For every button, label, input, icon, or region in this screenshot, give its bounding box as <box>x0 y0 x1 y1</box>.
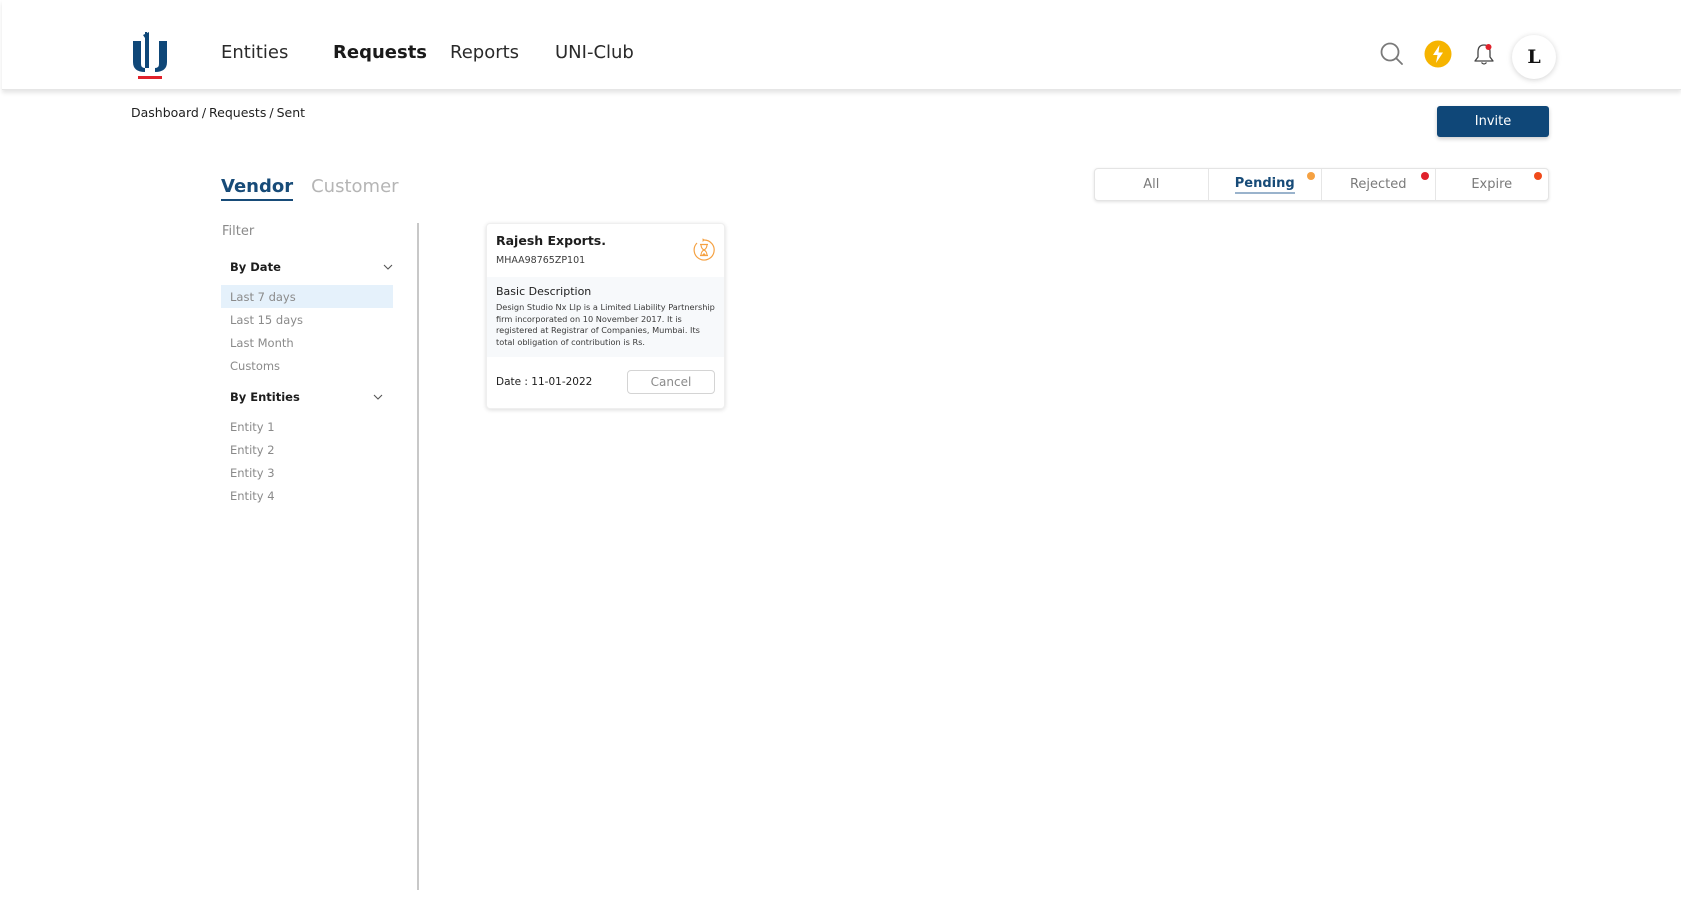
nav-requests[interactable]: Requests <box>333 42 427 63</box>
filter-item-last-month[interactable]: Last Month <box>221 331 393 354</box>
lightning-icon[interactable] <box>1424 40 1452 68</box>
request-company-name: Rajesh Exports. <box>496 233 606 248</box>
description-text: Design Studio Nx Llp is a Limited Liabil… <box>496 302 715 347</box>
status-tab-all[interactable]: All <box>1095 169 1209 200</box>
filter-group-label: By Entities <box>230 390 300 404</box>
chevron-down-icon <box>383 264 393 270</box>
pending-indicator-dot <box>1307 172 1315 180</box>
filter-group-by-date[interactable]: By Date <box>230 260 393 274</box>
cancel-request-button[interactable]: Cancel <box>627 370 715 394</box>
party-tabs: Vendor Customer <box>221 176 399 201</box>
request-card[interactable]: Rajesh Exports. MHAA98765ZP101 Basic Des… <box>486 223 725 409</box>
status-tab-label: Rejected <box>1349 177 1407 192</box>
sidebar-divider <box>417 223 419 890</box>
nav-reports[interactable]: Reports <box>450 42 519 63</box>
status-filter-tabs: All Pending Rejected Expire <box>1094 168 1549 201</box>
filter-item-entity-4[interactable]: Entity 4 <box>221 484 393 507</box>
request-date: Date : 11-01-2022 <box>496 376 593 388</box>
request-description-section: Basic Description Design Studio Nx Llp i… <box>487 277 724 357</box>
uni-logo-icon[interactable] <box>130 32 170 80</box>
hourglass-pending-icon <box>693 238 715 261</box>
tab-vendor[interactable]: Vendor <box>221 176 294 201</box>
filter-title: Filter <box>222 224 255 239</box>
breadcrumb-separator: / <box>269 105 274 120</box>
filter-item-entity-1[interactable]: Entity 1 <box>221 415 393 438</box>
status-tab-expire[interactable]: Expire <box>1436 169 1549 200</box>
breadcrumb-dashboard[interactable]: Dashboard <box>131 105 199 120</box>
rejected-indicator-dot <box>1420 172 1429 180</box>
status-tab-pending[interactable]: Pending <box>1209 169 1322 200</box>
status-tab-label: All <box>1143 177 1160 192</box>
chevron-down-icon <box>373 394 383 400</box>
bell-icon[interactable] <box>1470 40 1498 68</box>
top-navigation-bar: Entities Requests Reports UNI-Club L <box>2 0 1681 90</box>
filter-group-label: By Date <box>230 260 281 274</box>
request-company-id: MHAA98765ZP101 <box>496 255 586 266</box>
invite-button[interactable]: Invite <box>1437 106 1549 137</box>
status-tab-label: Pending <box>1234 176 1295 194</box>
filter-item-customs[interactable]: Customs <box>221 354 393 377</box>
search-icon[interactable] <box>1378 40 1406 68</box>
filter-item-last-7-days[interactable]: Last 7 days <box>221 285 393 308</box>
description-title: Basic Description <box>496 285 592 298</box>
filter-item-entity-2[interactable]: Entity 2 <box>221 438 393 461</box>
nav-uni-club[interactable]: UNI-Club <box>555 42 634 63</box>
status-tab-rejected[interactable]: Rejected <box>1322 169 1436 200</box>
breadcrumb-requests[interactable]: Requests <box>209 105 266 120</box>
expire-indicator-dot <box>1534 172 1542 180</box>
filter-group-by-entities[interactable]: By Entities <box>230 390 383 404</box>
user-avatar[interactable]: L <box>1512 35 1556 79</box>
filter-item-last-15-days[interactable]: Last 15 days <box>221 308 393 331</box>
breadcrumb-sent: Sent <box>276 105 306 120</box>
tab-customer[interactable]: Customer <box>311 176 398 201</box>
breadcrumb: Dashboard / Requests / Sent <box>131 105 305 120</box>
notification-dot <box>1485 44 1492 50</box>
filter-item-entity-3[interactable]: Entity 3 <box>221 461 393 484</box>
breadcrumb-separator: / <box>201 105 207 120</box>
status-tab-label: Expire <box>1471 177 1513 192</box>
nav-entities[interactable]: Entities <box>221 42 288 63</box>
page: Entities Requests Reports UNI-Club L Das… <box>0 0 1681 900</box>
